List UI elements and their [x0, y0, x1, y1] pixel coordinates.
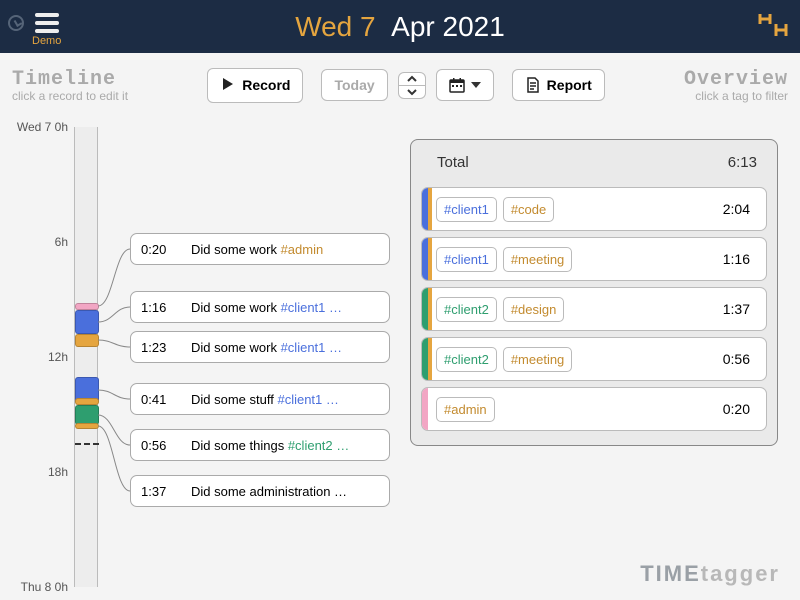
- record-description: Did some administration …: [191, 484, 347, 499]
- calendar-icon: [449, 77, 465, 93]
- overview-duration: 1:37: [723, 301, 750, 317]
- document-icon: [525, 77, 541, 93]
- record-duration: 0:41: [141, 392, 177, 407]
- hashtag: #code: [511, 202, 546, 217]
- color-stripe: [428, 338, 432, 380]
- record-duration: 0:20: [141, 242, 177, 257]
- overview-panel-label: Overview click a tag to filter: [684, 68, 788, 103]
- color-stripe: [422, 388, 428, 430]
- hashtag: #client1 …: [277, 392, 338, 407]
- brand-logo: TIMEtagger: [640, 561, 780, 588]
- timeline-tick: 12h: [48, 350, 68, 364]
- hashtag: #client2: [444, 352, 489, 367]
- record-description: Did some work #client1 …: [191, 300, 342, 315]
- timeline-block[interactable]: [75, 398, 99, 405]
- record-card[interactable]: 1:37 Did some administration …: [130, 475, 390, 507]
- record-description: Did some work #client1 …: [191, 340, 342, 355]
- record-card[interactable]: 0:41 Did some stuff #client1 …: [130, 383, 390, 415]
- chevron-down-icon: [471, 82, 481, 88]
- color-stripe: [428, 288, 432, 330]
- chevron-down-icon: [407, 88, 417, 96]
- date-title[interactable]: Wed 7 Apr 2021: [295, 11, 505, 43]
- record-duration: 1:23: [141, 340, 177, 355]
- hashtag: #client2 …: [288, 438, 349, 453]
- today-button[interactable]: Today: [321, 69, 387, 101]
- timeline: Wed 7 0h6h12h18hThu 8 0h 0:20Did some wo…: [8, 127, 406, 597]
- tag-chip[interactable]: #meeting: [503, 347, 572, 372]
- timeline-tick: 18h: [48, 465, 68, 479]
- timeline-tick: Thu 8 0h: [21, 580, 68, 594]
- chevron-up-icon: [407, 75, 417, 83]
- hashtag: #client2: [444, 302, 489, 317]
- overview-row[interactable]: #admin 0:20: [421, 387, 767, 431]
- record-card[interactable]: 1:16 Did some work #client1 …: [130, 291, 390, 323]
- hashtag: #client1 …: [281, 300, 342, 315]
- tag-chip[interactable]: #client1: [436, 197, 497, 222]
- hashtag: #client1: [444, 202, 489, 217]
- report-button[interactable]: Report: [512, 69, 605, 101]
- app-header: Demo Wed 7 Apr 2021: [0, 0, 800, 53]
- app-logo-icon: [756, 6, 792, 47]
- overview-row[interactable]: #client2 #meeting 0:56: [421, 337, 767, 381]
- overview-duration: 2:04: [723, 201, 750, 217]
- overview-duration: 0:56: [723, 351, 750, 367]
- timeline-block[interactable]: [75, 334, 99, 347]
- hashtag: #client1: [444, 252, 489, 267]
- overview-row[interactable]: #client1 #code 2:04: [421, 187, 767, 231]
- tag-chip[interactable]: #client1: [436, 247, 497, 272]
- hashtag: #meeting: [511, 252, 564, 267]
- tag-chip[interactable]: #meeting: [503, 247, 572, 272]
- overview-panel: Total 6:13 #client1 #code 2:04 #client1 #mee…: [410, 139, 778, 446]
- record-description: Did some stuff #client1 …: [191, 392, 339, 407]
- tag-chip[interactable]: #client2: [436, 297, 497, 322]
- record-description: Did some things #client2 …: [191, 438, 349, 453]
- timeline-track[interactable]: [74, 127, 98, 587]
- date-month: Apr 2021: [391, 11, 505, 42]
- hashtag: #admin: [281, 242, 324, 257]
- timeline-tick: Wed 7 0h: [17, 120, 68, 134]
- color-stripe: [428, 188, 432, 230]
- record-description: Did some work #admin: [191, 242, 323, 257]
- tag-chip[interactable]: #design: [503, 297, 565, 322]
- overview-row[interactable]: #client1 #meeting 1:16: [421, 237, 767, 281]
- tag-chip[interactable]: #client2: [436, 347, 497, 372]
- overview-duration: 0:20: [723, 401, 750, 417]
- calendar-button[interactable]: [436, 69, 494, 101]
- play-icon: [220, 76, 236, 95]
- timeline-now-marker: [75, 443, 99, 445]
- timeline-block[interactable]: [75, 303, 99, 310]
- record-card[interactable]: 1:23 Did some work #client1 …: [130, 331, 390, 363]
- overview-row[interactable]: #client2 #design 1:37: [421, 287, 767, 331]
- record-button[interactable]: Record: [207, 68, 303, 103]
- date-weekday: Wed 7: [295, 11, 375, 42]
- demo-label: Demo: [32, 35, 61, 47]
- color-stripe: [428, 238, 432, 280]
- timeline-block[interactable]: [75, 310, 99, 334]
- timeline-block[interactable]: [75, 423, 99, 429]
- timeline-panel-label: Timeline click a record to edit it: [12, 68, 128, 103]
- hashtag: #client1 …: [281, 340, 342, 355]
- overview-duration: 1:16: [723, 251, 750, 267]
- record-card[interactable]: 0:20 Did some work #admin: [130, 233, 390, 265]
- timeline-tick: 6h: [55, 235, 68, 249]
- tag-chip[interactable]: #admin: [436, 397, 495, 422]
- toolbar: Timeline click a record to edit it Recor…: [0, 63, 800, 107]
- record-duration: 1:16: [141, 300, 177, 315]
- hashtag: #admin: [444, 402, 487, 417]
- menu-button[interactable]: [35, 13, 59, 33]
- record-duration: 0:56: [141, 438, 177, 453]
- tag-chip[interactable]: #code: [503, 197, 554, 222]
- hashtag: #design: [511, 302, 557, 317]
- total-label: Total: [437, 154, 469, 171]
- clock-icon: [8, 15, 24, 31]
- record-card[interactable]: 0:56 Did some things #client2 …: [130, 429, 390, 461]
- timeline-block[interactable]: [75, 405, 99, 425]
- record-duration: 1:37: [141, 484, 177, 499]
- total-value: 6:13: [728, 154, 757, 171]
- nav-down-button[interactable]: [398, 86, 426, 99]
- hashtag: #meeting: [511, 352, 564, 367]
- nav-up-button[interactable]: [398, 72, 426, 86]
